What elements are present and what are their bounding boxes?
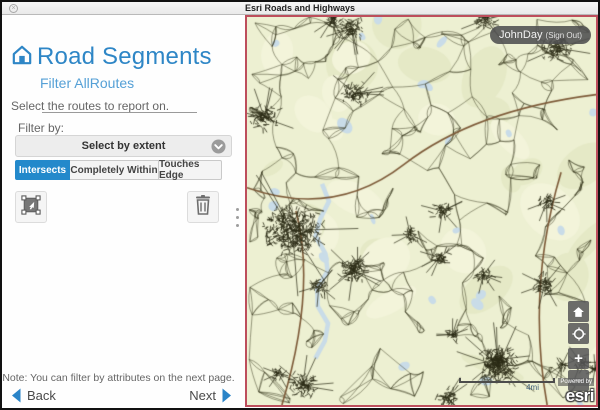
esri-attribution: Powered by esri <box>558 371 594 404</box>
chevron-left-icon <box>10 388 22 403</box>
filter-panel: Road Segments Filter AllRoutes Select th… <box>2 15 245 407</box>
next-label: Next <box>189 388 216 403</box>
app-window: × Esri Roads and Highways Road Segments … <box>0 0 600 410</box>
home-extent-button[interactable] <box>568 301 589 322</box>
tab-touches-edge[interactable]: Touches Edge <box>159 160 222 180</box>
note-text: Note: You can filter by attributes on th… <box>2 372 235 384</box>
user-sign-out-button[interactable]: JohnDay (Sign Out) <box>490 26 591 44</box>
tab-intersects[interactable]: Intersects <box>15 160 70 180</box>
filter-method-dropdown[interactable]: Select by extent <box>15 135 232 157</box>
esri-logo-text: esri <box>558 387 594 404</box>
locate-icon <box>572 327 586 341</box>
sign-out-label: (Sign Out) <box>546 31 582 40</box>
instruction-text: Select the routes to report on. <box>11 99 169 113</box>
scale-bar-label: 4mi <box>459 383 555 392</box>
home-icon <box>572 306 585 318</box>
chevron-right-icon <box>221 388 233 403</box>
spatial-relation-tabs: Intersects Completely Within Touches Edg… <box>15 160 222 180</box>
map-canvas[interactable] <box>247 17 596 405</box>
page-title: Road Segments <box>37 43 212 71</box>
window-title: Esri Roads and Highways <box>2 3 598 13</box>
divider <box>42 112 197 113</box>
powered-by-label: Powered by <box>558 378 594 386</box>
home-icon <box>11 45 33 70</box>
trash-icon <box>194 195 212 220</box>
back-label: Back <box>27 388 56 403</box>
clear-selection-button[interactable] <box>187 191 219 223</box>
dropdown-selected-value: Select by extent <box>82 140 166 152</box>
select-extent-icon <box>21 195 41 220</box>
locate-button[interactable] <box>568 323 589 344</box>
scale-bar: 4mi <box>459 378 555 392</box>
back-button[interactable]: Back <box>10 388 56 403</box>
panel-resize-handle[interactable] <box>234 206 241 229</box>
filter-by-label: Filter by: <box>18 121 64 135</box>
next-button[interactable]: Next <box>189 388 233 403</box>
zoom-in-button[interactable]: + <box>568 348 589 369</box>
username: JohnDay <box>499 29 542 41</box>
map-view: JohnDay (Sign Out) <box>245 15 598 407</box>
chevron-down-icon <box>211 139 226 159</box>
select-by-extent-button[interactable] <box>15 191 47 223</box>
page-subtitle: Filter AllRoutes <box>40 75 134 91</box>
window-titlebar: × Esri Roads and Highways <box>2 2 598 15</box>
tab-completely-within[interactable]: Completely Within <box>70 160 159 180</box>
